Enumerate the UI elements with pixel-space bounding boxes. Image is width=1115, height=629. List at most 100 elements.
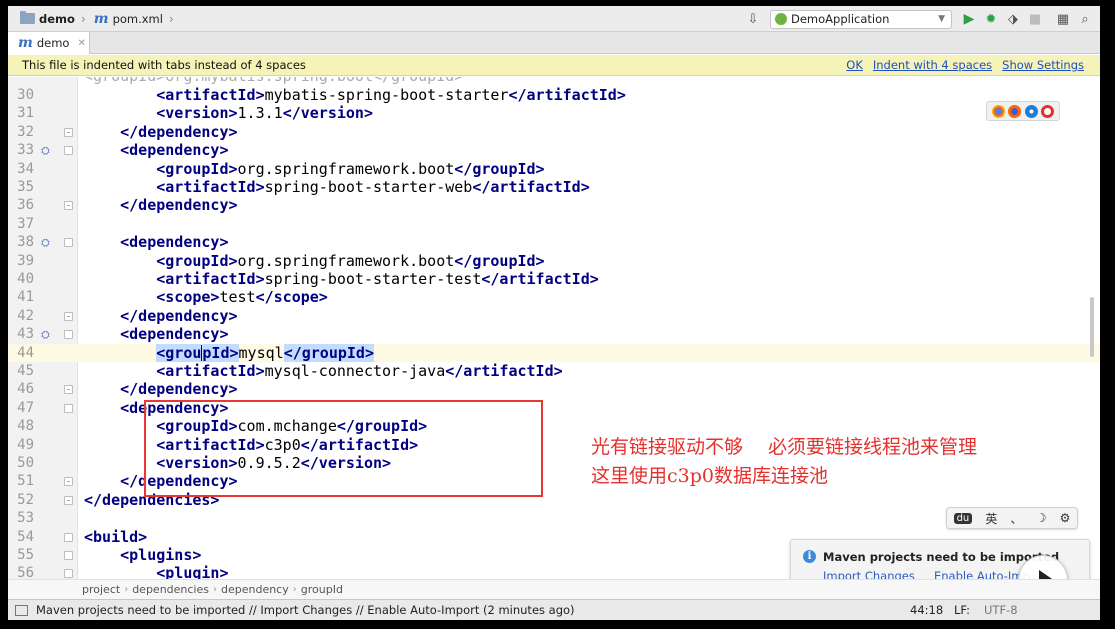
dependency-gutter-icon[interactable]: ⛭ <box>41 236 53 249</box>
ime-language-toggle[interactable]: 英 <box>985 510 997 527</box>
firefox-icon[interactable] <box>1008 104 1022 118</box>
code-line[interactable]: 46 </dependency> <box>8 380 1100 398</box>
path-item-dependency[interactable]: dependency <box>221 583 289 596</box>
fold-marker-icon[interactable] <box>64 146 73 156</box>
enable-auto-import-link[interactable]: Enable Auto-Imp <box>934 569 1030 579</box>
chevron-right-icon: › <box>212 584 217 595</box>
code-line[interactable]: 34 <groupId>org.springframework.boot</gr… <box>8 160 1100 178</box>
chrome-icon[interactable] <box>991 104 1005 118</box>
tab-demo[interactable]: m demo ✕ <box>8 32 90 54</box>
line-number: 52 <box>17 491 34 508</box>
code-line[interactable]: 35 <artifactId>spring-boot-starter-web</… <box>8 178 1100 196</box>
caret-position[interactable]: 44:18 <box>910 603 943 617</box>
line-number: 38 <box>17 234 34 251</box>
code-line[interactable]: 36 </dependency> <box>8 196 1100 214</box>
xml-tag: </version> <box>282 104 373 123</box>
path-item-groupid[interactable]: groupId <box>301 583 343 596</box>
chevron-right-icon: › <box>124 584 129 595</box>
status-message[interactable]: Maven projects need to be imported // Im… <box>36 603 575 617</box>
fold-marker-icon[interactable] <box>64 551 73 560</box>
ime-moon-icon[interactable]: ☽ <box>1036 511 1047 525</box>
fold-marker-icon[interactable] <box>64 495 73 505</box>
code-line[interactable]: 40 <artifactId>spring-boot-starter-test<… <box>8 270 1100 288</box>
debug-icon[interactable]: ✹ <box>980 8 1002 30</box>
code-line[interactable]: 31 <version>1.3.1</version> <box>8 104 1100 122</box>
code-line[interactable]: 45 <artifactId>mysql-connector-java</art… <box>8 362 1100 380</box>
ime-settings-icon[interactable]: ⚙ <box>1060 511 1071 525</box>
show-settings-link[interactable]: Show Settings <box>1002 58 1084 72</box>
code-line[interactable]: 53 <box>8 509 1100 527</box>
code-line[interactable]: 38 ⛭ <dependency> <box>8 233 1100 251</box>
code-line[interactable]: 44 <groupId>mysql</groupId> <box>8 343 1100 362</box>
status-bar: Maven projects need to be imported // Im… <box>8 599 1100 620</box>
fold-marker-icon[interactable] <box>64 569 73 579</box>
fold-marker-icon[interactable] <box>64 385 73 395</box>
fold-marker-icon[interactable] <box>64 238 73 248</box>
search-icon[interactable]: ⌕ <box>1074 8 1096 30</box>
code-line[interactable]: 37 <box>8 215 1100 233</box>
code-text: <version>1.3.1</version> <box>84 104 373 122</box>
breadcrumb-project[interactable]: demo <box>8 6 79 32</box>
fold-marker-icon[interactable] <box>64 532 73 542</box>
line-number: 31 <box>17 105 34 122</box>
stop-icon[interactable]: ■ <box>1024 8 1046 30</box>
xml-tag: <plugin> <box>156 564 229 579</box>
code-line[interactable]: 33 ⛭ <dependency> <box>8 141 1100 159</box>
code-text: <artifactId>spring-boot-starter-web</art… <box>84 178 590 196</box>
line-number: 45 <box>17 363 34 379</box>
code-line[interactable]: 43 ⛭ <dependency> <box>8 325 1100 343</box>
tool-window-toggle-icon[interactable] <box>15 604 28 616</box>
code-line[interactable]: 32 </dependency> <box>8 123 1100 141</box>
project-structure-icon[interactable]: ▦ <box>1052 8 1074 30</box>
breadcrumb-file[interactable]: m pom.xml <box>88 6 167 32</box>
import-changes-link[interactable]: Import Changes <box>823 569 915 579</box>
path-item-project[interactable]: project <box>82 583 120 596</box>
fold-marker-icon[interactable] <box>64 127 73 137</box>
opera-icon[interactable] <box>1041 104 1055 118</box>
run-config-select[interactable]: DemoApplication ▼ <box>770 9 952 29</box>
fold-marker-icon[interactable] <box>64 201 73 211</box>
scrollbar-thumb[interactable] <box>1090 297 1094 357</box>
fold-marker-icon[interactable] <box>64 477 73 487</box>
line-separator[interactable]: LF: <box>954 603 970 617</box>
file-encoding[interactable]: UTF-8 <box>984 603 1018 617</box>
xml-tag: <artifactId> <box>156 178 265 196</box>
xml-tag: </dependency> <box>120 306 238 325</box>
line-number: 42 <box>17 307 34 324</box>
xml-tag: </dependency> <box>120 122 238 141</box>
safari-icon[interactable] <box>1024 104 1038 118</box>
line-number: 48 <box>17 418 34 435</box>
xml-tag: </dependency> <box>120 196 238 215</box>
code-text: <dependency> <box>84 141 228 159</box>
code-text: <artifactId>spring-boot-starter-test</ar… <box>84 270 599 288</box>
close-icon[interactable]: ✕ <box>77 38 85 49</box>
code-line[interactable]: 42 </dependency> <box>8 307 1100 325</box>
dependency-gutter-icon[interactable]: ⛭ <box>41 328 53 341</box>
line-number: 40 <box>17 271 34 287</box>
build-icon[interactable]: ⇩ <box>742 8 764 30</box>
xml-tag: <build> <box>84 527 148 546</box>
code-line[interactable]: 41 <scope>test</scope> <box>8 288 1100 306</box>
chevron-right-icon: › <box>292 584 297 595</box>
line-number: 36 <box>17 197 34 214</box>
code-line[interactable]: 39 <groupId>org.springframework.boot</gr… <box>8 252 1100 270</box>
ime-punctuation-toggle[interactable]: 、 <box>1011 510 1023 527</box>
code-text: <groupId>mysql</groupId> <box>84 343 374 362</box>
ok-link[interactable]: OK <box>846 58 863 72</box>
ime-logo-icon[interactable]: du <box>953 512 973 524</box>
xml-tag: </artifactId> <box>481 270 599 288</box>
info-icon: i <box>803 550 816 563</box>
fold-marker-icon[interactable] <box>64 311 73 321</box>
indent-with-spaces-link[interactable]: Indent with 4 spaces <box>873 58 992 72</box>
path-item-dependencies[interactable]: dependencies <box>132 583 209 596</box>
coverage-icon[interactable]: ⬗ <box>1002 8 1024 30</box>
code-text: <artifactId>mysql-connector-java</artifa… <box>84 362 562 380</box>
dependency-gutter-icon[interactable]: ⛭ <box>41 144 53 157</box>
code-editor[interactable]: <groupId>org.mybatis.spring.boot</groupI… <box>8 77 1100 579</box>
code-text: </dependency> <box>84 122 238 141</box>
run-icon[interactable]: ▶ <box>958 8 980 30</box>
code-line[interactable]: 30 <artifactId>mybatis-spring-boot-start… <box>8 86 1100 104</box>
fold-marker-icon[interactable] <box>64 403 73 413</box>
fold-marker-icon[interactable] <box>64 330 73 340</box>
code-text: </dependency> <box>84 306 238 325</box>
